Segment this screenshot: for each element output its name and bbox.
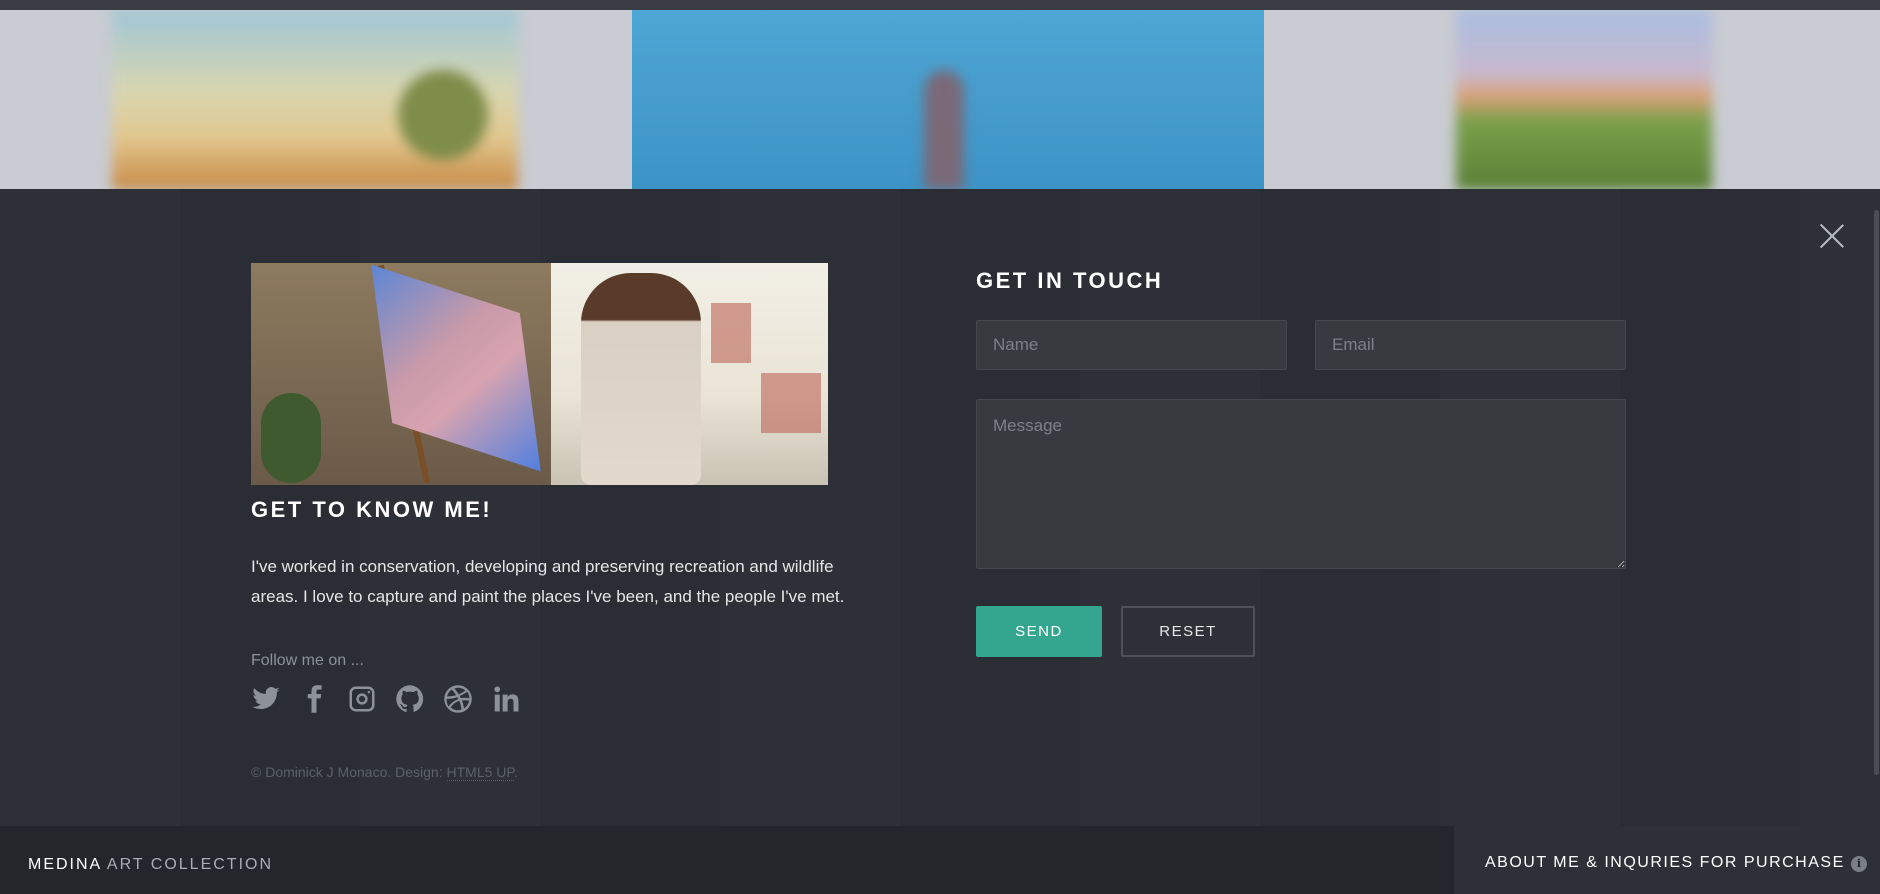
about-tab-label[interactable]: ABOUT ME & INQURIES FOR PURCHASE: [1485, 854, 1845, 872]
gallery-thumb-valley[interactable]: [1456, 10, 1712, 190]
info-icon: i: [1851, 856, 1867, 872]
html5up-link[interactable]: HTML5 UP: [446, 764, 514, 781]
about-heading: GET TO KNOW ME!: [251, 497, 493, 522]
dribbble-icon[interactable]: [443, 684, 473, 714]
social-links: [251, 684, 521, 714]
close-icon[interactable]: [1818, 222, 1846, 250]
facebook-icon[interactable]: [299, 684, 329, 714]
reset-button[interactable]: RESET: [1121, 606, 1255, 657]
message-field[interactable]: [976, 399, 1626, 569]
gallery-background: [0, 10, 1880, 190]
artist-photo: [251, 263, 828, 485]
twitter-icon[interactable]: [251, 684, 281, 714]
contact-heading: GET IN TOUCH: [976, 268, 1164, 293]
copyright-prefix: © Dominick J Monaco. Design:: [251, 764, 447, 780]
gallery-thumb-figure[interactable]: [632, 10, 1264, 190]
linkedin-icon[interactable]: [491, 684, 521, 714]
site-brand[interactable]: MEDINA ART COLLECTION: [28, 856, 273, 874]
email-field[interactable]: [1315, 320, 1626, 370]
instagram-icon[interactable]: [347, 684, 377, 714]
brand-subtitle: ART COLLECTION: [101, 856, 274, 873]
copyright-suffix: .: [513, 764, 518, 780]
about-bio: I've worked in conservation, developing …: [251, 557, 845, 606]
panel-scrollbar[interactable]: [1874, 210, 1879, 775]
send-button[interactable]: SEND: [976, 606, 1102, 657]
gallery-thumb-landscape[interactable]: [112, 10, 518, 190]
name-field[interactable]: [976, 320, 1287, 370]
brand-name: MEDINA: [28, 856, 102, 873]
follow-label: Follow me on ...: [251, 652, 364, 669]
copyright: © Dominick J Monaco. Design: HTML5 UP.: [251, 764, 518, 781]
github-icon[interactable]: [395, 684, 425, 714]
